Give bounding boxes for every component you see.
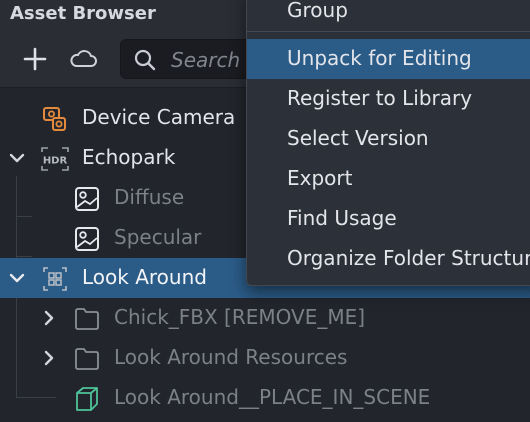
svg-text:HDR: HDR <box>43 156 68 167</box>
menu-item-label: Organize Folder Structure <box>287 246 530 270</box>
menu-item-register-to-library[interactable]: Register to Library <box>247 79 530 119</box>
context-menu: Group Unpack for Editing Register to Lib… <box>246 0 530 286</box>
chevron-down-icon[interactable] <box>6 147 28 169</box>
menu-item-export[interactable]: Export <box>247 159 530 199</box>
chevron-right-icon[interactable] <box>38 307 60 329</box>
panel-title: Asset Browser <box>10 3 156 24</box>
menu-divider <box>247 31 530 32</box>
search-icon <box>134 49 156 71</box>
menu-item-label: Export <box>287 166 353 190</box>
tree-item-label: Specular <box>114 225 202 249</box>
hdr-icon: HDR <box>41 147 69 171</box>
search-placeholder: Search <box>171 48 241 72</box>
menu-item-label: Register to Library <box>287 86 473 110</box>
tree-item-chick-fbx[interactable]: Chick_FBX [REMOVE_ME] <box>0 298 530 338</box>
menu-item-label: Group <box>287 0 348 22</box>
cloud-icon <box>70 50 97 67</box>
tree-item-label: Look Around <box>82 265 207 289</box>
chevron-down-icon[interactable] <box>6 267 28 289</box>
asset-library-button[interactable] <box>66 42 100 76</box>
asset-browser-window: Asset Browser Search Device Camera HDR E… <box>0 0 530 422</box>
tree-item-look-around-place-in-scene[interactable]: Look Around__PLACE_IN_SCENE <box>0 378 530 418</box>
tree-item-label: Diffuse <box>114 185 185 209</box>
menu-item-select-version[interactable]: Select Version <box>247 119 530 159</box>
menu-item-unpack-for-editing[interactable]: Unpack for Editing <box>247 39 530 79</box>
tree-item-label: Echopark <box>82 145 176 169</box>
chevron-right-icon[interactable] <box>38 347 60 369</box>
tree-item-label: Chick_FBX [REMOVE_ME] <box>114 305 366 329</box>
tree-item-look-around-resources[interactable]: Look Around Resources <box>0 338 530 378</box>
tree-item-label: Device Camera <box>82 105 236 129</box>
folder-icon <box>75 308 99 330</box>
tree-item-label: Look Around__PLACE_IN_SCENE <box>114 385 431 409</box>
menu-item-group[interactable]: Group <box>247 0 530 31</box>
tree-item-label: Look Around Resources <box>114 345 348 369</box>
menu-item-organize-folder-structure[interactable]: Organize Folder Structure <box>247 239 530 279</box>
texture-icon <box>75 227 99 251</box>
cube-icon <box>76 387 98 411</box>
object-group-icon <box>43 267 67 291</box>
menu-item-label: Unpack for Editing <box>287 46 472 70</box>
menu-item-label: Select Version <box>287 126 429 150</box>
menu-item-label: Find Usage <box>287 206 397 230</box>
device-camera-icon <box>43 107 66 131</box>
plus-icon <box>23 47 47 71</box>
menu-item-find-usage[interactable]: Find Usage <box>247 199 530 239</box>
folder-icon <box>75 348 99 370</box>
add-asset-button[interactable] <box>18 42 52 76</box>
texture-icon <box>75 187 99 211</box>
